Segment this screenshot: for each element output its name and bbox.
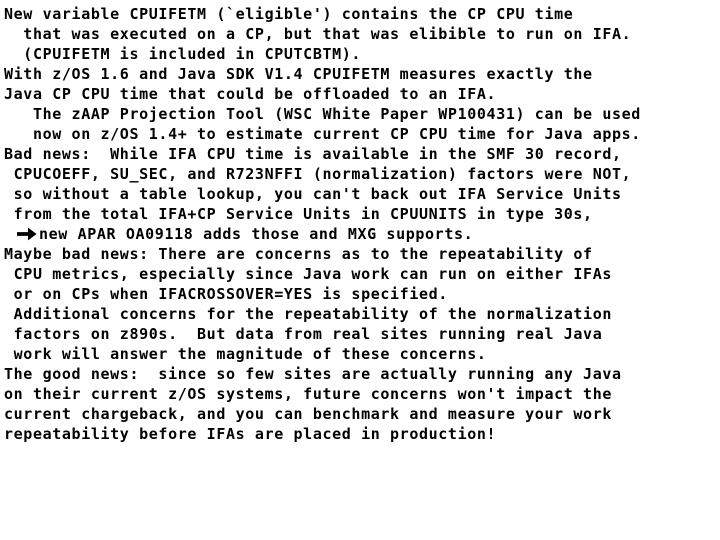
body-line: Bad news: While IFA CPU time is availabl… bbox=[4, 145, 622, 163]
body-line: With z/OS 1.6 and Java SDK V1.4 CPUIFETM… bbox=[4, 65, 593, 83]
body-line: Maybe bad news: There are concerns as to… bbox=[4, 245, 593, 263]
body-line: Java CP CPU time that could be offloaded… bbox=[4, 85, 497, 103]
body-line-with-arrow: new APAR OA09118 adds those and MXG supp… bbox=[4, 224, 720, 244]
body-line: factors on z890s. But data from real sit… bbox=[4, 325, 603, 343]
body-line: New variable CPUIFETM (`eligible') conta… bbox=[4, 5, 574, 23]
body-line: The good news: since so few sites are ac… bbox=[4, 365, 622, 383]
body-line: so without a table lookup, you can't bac… bbox=[4, 185, 622, 203]
body-line-arrow-text: new APAR OA09118 adds those and MXG supp… bbox=[39, 225, 474, 243]
body-line: now on z/OS 1.4+ to estimate current CP … bbox=[4, 125, 641, 143]
body-line: or on CPs when IFACROSSOVER=YES is speci… bbox=[4, 285, 448, 303]
body-line: current chargeback, and you can benchmar… bbox=[4, 405, 612, 423]
body-line: work will answer the magnitude of these … bbox=[4, 345, 487, 363]
slide-body: New variable CPUIFETM (`eligible') conta… bbox=[0, 0, 720, 540]
body-line: The zAAP Projection Tool (WSC White Pape… bbox=[4, 105, 641, 123]
body-line: on their current z/OS systems, future co… bbox=[4, 385, 612, 403]
body-line: CPU metrics, especially since Java work … bbox=[4, 265, 612, 283]
body-line: from the total IFA+CP Service Units in C… bbox=[4, 205, 593, 223]
body-line: that was executed on a CP, but that was … bbox=[4, 25, 632, 43]
body-line: Additional concerns for the repeatabilit… bbox=[4, 305, 612, 323]
right-arrow-icon bbox=[17, 227, 39, 241]
body-line: CPUCOEFF, SU_SEC, and R723NFFI (normaliz… bbox=[4, 165, 632, 183]
body-line: (CPUIFETM is included in CPUTCBTM). bbox=[4, 45, 362, 63]
body-line: repeatability before IFAs are placed in … bbox=[4, 425, 497, 443]
